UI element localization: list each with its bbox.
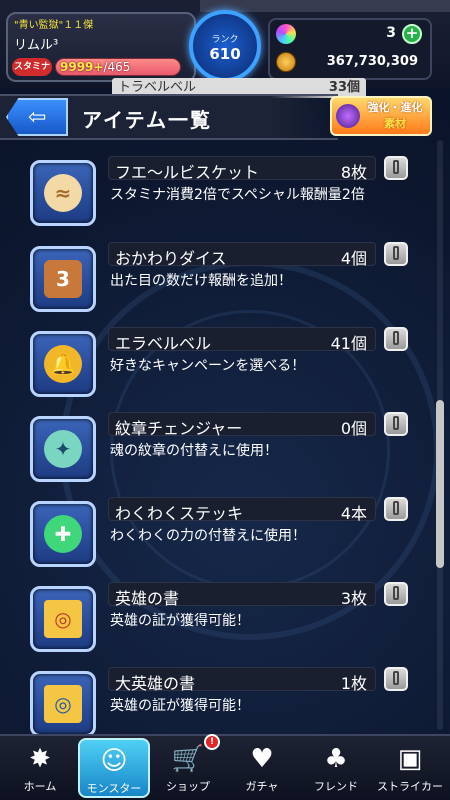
striker-icon: ▣ [397, 744, 423, 774]
item-name-bar: わくわくステッキ 4本 [108, 497, 376, 523]
item-description: 英雄の証が獲得可能！ [110, 698, 250, 714]
evolve-material-icon [336, 104, 360, 128]
info-button[interactable] [384, 242, 408, 266]
bell-icon: 🔔 [30, 331, 96, 397]
gem-count: 3 [386, 25, 396, 41]
emblem-changer-icon: ✦ [30, 416, 96, 482]
back-arrow-icon: ⇦ [28, 105, 47, 130]
shop-notification-badge: ! [204, 734, 220, 750]
item-name-bar: 大英雄の書 1枚 [108, 667, 376, 693]
stamina-max: /465 [103, 60, 131, 74]
item-count: 0個 [340, 419, 367, 438]
stamina-tag: スタミナ [12, 58, 52, 76]
back-button[interactable]: ⇦ [6, 98, 68, 136]
item-description: 好きなキャンペーンを選べる！ [110, 358, 306, 374]
item-description: スタミナ消費2倍でスペシャル報酬量2倍 [110, 187, 365, 203]
list-item[interactable]: ≈ フエ〜ルビスケット 8枚 スタミナ消費2倍でスペシャル報酬量2倍 [0, 156, 430, 240]
nav-label: ガチャ [245, 780, 279, 793]
nav-friend[interactable]: ♣ フレンド [300, 738, 372, 798]
shop-icon: 🛒 [171, 744, 205, 774]
nav-label: ショップ [166, 780, 210, 793]
item-name: 英雄の書 [115, 589, 180, 608]
item-name: おかわりダイス [115, 249, 227, 268]
rank-badge[interactable]: ランク 610 [189, 10, 261, 82]
item-name-bar: おかわりダイス 4個 [108, 242, 376, 268]
nav-label: モンスター [86, 782, 142, 795]
stamina-value: 9999+/465 [60, 58, 130, 76]
list-item[interactable]: 3 おかわりダイス 4個 出た目の数だけ報酬を追加！ [0, 242, 430, 326]
home-icon: ✸ [29, 744, 51, 774]
evolve-label-line2: 素材 [384, 117, 406, 130]
friend-icon: ♣ [324, 744, 348, 774]
info-button[interactable] [384, 667, 408, 691]
nav-label: ホーム [23, 780, 57, 793]
item-name-bar: フエ〜ルビスケット 8枚 [108, 156, 376, 182]
nav-gacha[interactable]: ♥ ガチャ [226, 738, 298, 798]
nav-label: フレンド [314, 780, 358, 793]
list-item[interactable]: ✚ わくわくステッキ 4本 わくわくの力の付替えに使用！ [0, 497, 430, 581]
item-description: 魂の紋章の付替えに使用！ [110, 443, 278, 459]
nav-striker[interactable]: ▣ ストライカー [374, 738, 446, 798]
list-item[interactable]: 🔔 エラベルベル 41個 好きなキャンペーンを選べる！ [0, 327, 430, 411]
item-name: 紋章チェンジャー [115, 419, 243, 438]
page-title: アイテム一覧 [82, 108, 212, 132]
item-description: 出た目の数だけ報酬を追加！ [110, 273, 292, 289]
item-name: 大英雄の書 [115, 674, 196, 693]
list-item[interactable]: ✦ 紋章チェンジャー 0個 魂の紋章の付替えに使用！ [0, 412, 430, 496]
item-name: エラベルベル [115, 334, 212, 353]
orb-gem-icon [276, 24, 296, 44]
item-name: わくわくステッキ [115, 504, 244, 523]
dice-icon: 3 [30, 246, 96, 312]
rank-value: 610 [209, 45, 241, 63]
monster-icon: ☺ [100, 746, 128, 776]
item-count: 4個 [340, 249, 367, 268]
info-button[interactable] [384, 582, 408, 606]
scroll-icon: ◎ [30, 586, 96, 652]
item-count: 4本 [340, 504, 367, 523]
evolve-materials-button[interactable]: 強化・進化 素材 [330, 96, 432, 136]
item-count: 1枚 [340, 674, 367, 693]
item-count: 8枚 [340, 163, 367, 182]
add-gem-button[interactable]: + [402, 24, 422, 44]
magic-stick-icon: ✚ [30, 501, 96, 567]
item-name-bar: エラベルベル 41個 [108, 327, 376, 353]
evolve-label: 強化・進化 素材 [362, 100, 428, 132]
info-button[interactable] [384, 327, 408, 351]
player-name: リムル³ [14, 38, 59, 53]
ghost-row-name: トラベルベル [118, 80, 197, 95]
evolve-label-line1: 強化・進化 [367, 101, 423, 114]
info-button[interactable] [384, 497, 408, 521]
item-description: 英雄の証が獲得可能！ [110, 613, 250, 629]
info-button[interactable] [384, 412, 408, 436]
item-count: 41個 [330, 334, 367, 353]
item-name-bar: 紋章チェンジャー 0個 [108, 412, 376, 438]
item-name-bar: 英雄の書 3枚 [108, 582, 376, 608]
biscuit-icon: ≈ [30, 160, 96, 226]
list-item[interactable]: ◎ 英雄の書 3枚 英雄の証が獲得可能！ [0, 582, 430, 666]
item-count: 3枚 [340, 589, 367, 608]
nav-monster[interactable]: ☺ モンスター [78, 738, 150, 798]
stamina-current: 9999+ [60, 60, 104, 74]
player-title: "青い監獄"１１傑 [14, 20, 94, 31]
nav-label: ストライカー [377, 780, 443, 793]
coin-icon [276, 52, 296, 72]
item-description: わくわくの力の付替えに使用！ [110, 528, 306, 544]
info-button[interactable] [384, 156, 408, 180]
item-name: フエ〜ルビスケット [115, 163, 260, 182]
scrollbar-thumb[interactable] [436, 400, 444, 568]
gacha-icon: ♥ [250, 744, 274, 774]
rank-label: ランク [211, 35, 239, 45]
header-ghost-strip [200, 0, 450, 12]
nav-home[interactable]: ✸ ホーム [4, 738, 76, 798]
great-scroll-icon: ◎ [30, 671, 96, 737]
coin-count: 367,730,309 [326, 54, 418, 69]
